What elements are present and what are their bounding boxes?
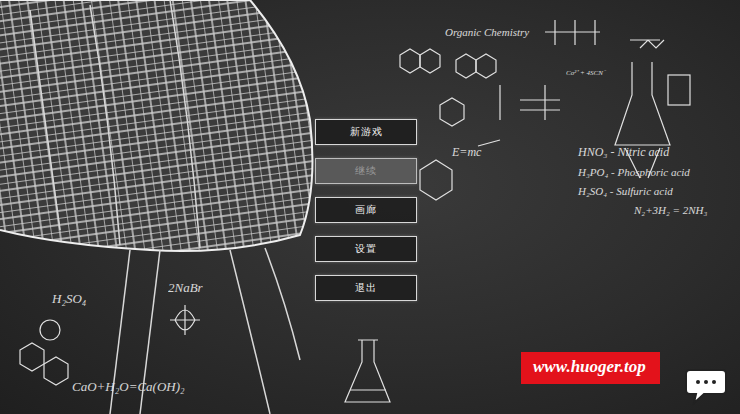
menu-button[interactable]: 退出	[315, 275, 417, 301]
speech-bubble-icon	[684, 364, 728, 406]
chalk-note: H₃PO₄ - Phosphoric acid	[578, 166, 690, 178]
chalk-note: H₂SO₄ - Sulfuric acid	[578, 185, 673, 197]
menu-button-label: 设置	[355, 242, 377, 256]
menu-button: 继续	[315, 158, 417, 184]
menu-button-label: 退出	[355, 281, 377, 295]
main-menu: 新游戏继续画廊设置退出	[315, 119, 417, 301]
chalk-note: 2NaBr	[168, 281, 203, 295]
menu-button-label: 新游戏	[350, 125, 383, 139]
menu-button[interactable]: 设置	[315, 236, 417, 262]
main-menu-screen: Organic Chemistry Co²⁺ + 4SCN⁻ E=mc HNO₃ - …	[0, 0, 740, 414]
chalk-note: HNO₃ - Nitric acid	[578, 146, 669, 159]
menu-button[interactable]: 画廊	[315, 197, 417, 223]
chalk-note: E=mc	[452, 146, 481, 159]
chalk-note: H₂SO₄	[52, 292, 86, 306]
chalk-note: N₂+3H₂ = 2NH₃	[634, 204, 707, 216]
menu-button-label: 画廊	[355, 203, 377, 217]
chalk-note: CaO+H₂O=Ca(OH)₂	[72, 380, 185, 394]
chalk-note: Organic Chemistry	[445, 26, 529, 38]
chalk-note: Co²⁺ + 4SCN⁻	[566, 70, 605, 78]
watermark-label: www.huoger.top	[521, 352, 660, 384]
watermark: www.huoger.top	[521, 352, 660, 384]
menu-button-label: 继续	[355, 164, 377, 178]
menu-button[interactable]: 新游戏	[315, 119, 417, 145]
